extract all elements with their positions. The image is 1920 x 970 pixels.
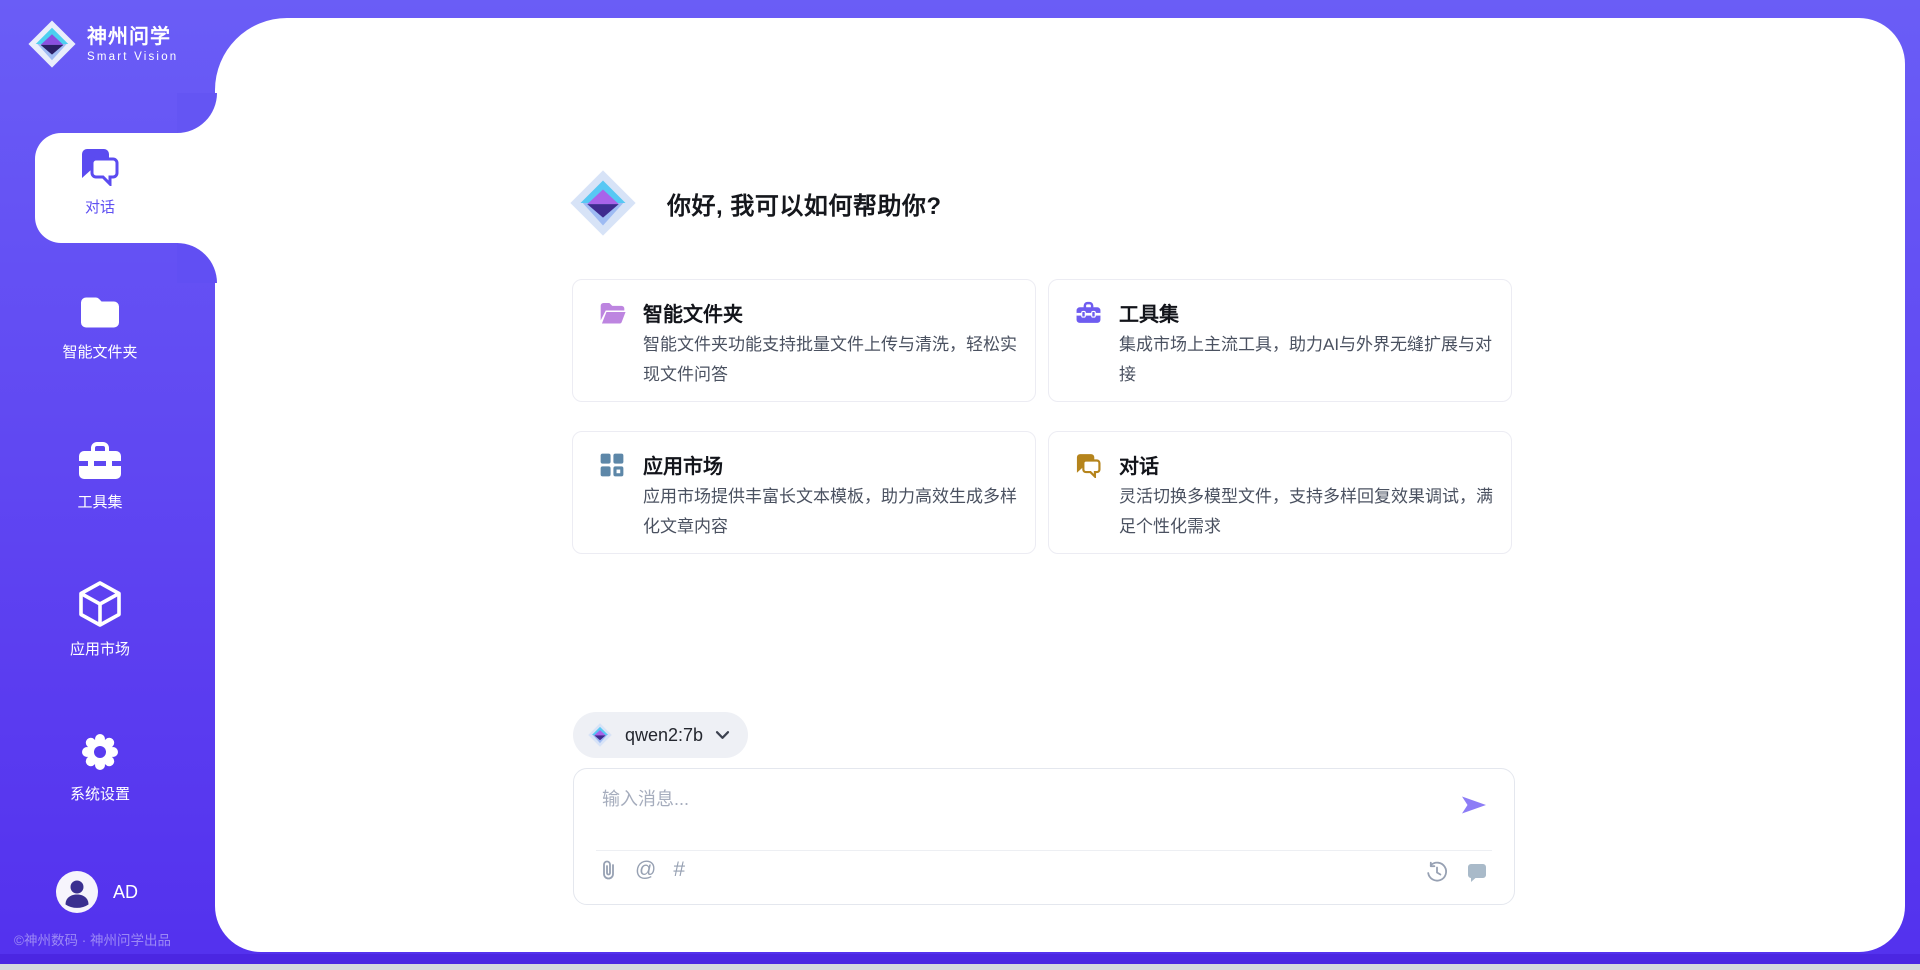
mention-icon[interactable]: @ <box>635 859 656 881</box>
card-app-market[interactable]: 应用市场 应用市场提供丰富长文本模板，助力高效生成多样化文章内容 <box>572 431 1036 554</box>
brand-name: 神州问学 <box>87 26 178 48</box>
main-content-panel: 你好, 我可以如何帮助你? 智能文件夹 智能文件夹功能支持批量文件上传与清洗，轻… <box>215 18 1905 952</box>
gear-icon <box>80 731 120 773</box>
hashtag-icon[interactable]: # <box>673 859 685 881</box>
sidebar-item-toolset[interactable]: 工具集 <box>0 441 200 512</box>
message-composer: @ # <box>573 768 1515 905</box>
card-description: 灵活切换多模型文件，支持多样回复效果调试，满足个性化需求 <box>1119 482 1495 542</box>
brand-subtitle: Smart Vision <box>87 51 178 63</box>
feature-cards-grid: 智能文件夹 智能文件夹功能支持批量文件上传与清洗，轻松实现文件问答 工具集 集成… <box>572 279 1512 554</box>
chat-bubbles-icon <box>79 146 121 186</box>
app-window: 你好, 我可以如何帮助你? 智能文件夹 智能文件夹功能支持批量文件上传与清洗，轻… <box>0 0 1920 970</box>
greeting-row: 你好, 我可以如何帮助你? <box>567 160 942 246</box>
bottom-dark-strip <box>0 954 1920 964</box>
toolbox-icon <box>77 441 123 481</box>
greeting-title: 你好, 我可以如何帮助你? <box>667 186 942 221</box>
bottom-light-strip <box>0 964 1920 970</box>
sidebar-item-label: 对话 <box>85 196 115 217</box>
card-toolset[interactable]: 工具集 集成市场上主流工具，助力AI与外界无缝扩展与对接 <box>1048 279 1512 402</box>
toolbox-icon <box>1075 300 1102 325</box>
history-icon[interactable] <box>1426 861 1448 883</box>
composer-tools-left: @ # <box>600 859 685 881</box>
brand-diamond-logo-small <box>587 722 613 748</box>
card-smart-folder[interactable]: 智能文件夹 智能文件夹功能支持批量文件上传与清洗，轻松实现文件问答 <box>572 279 1036 402</box>
sidebar-item-label: 智能文件夹 <box>62 341 137 362</box>
brand-logo: 神州问学 Smart Vision <box>26 18 178 70</box>
sidebar-item-label: 系统设置 <box>70 783 130 804</box>
folder-icon <box>79 294 121 331</box>
cube-icon <box>78 580 122 628</box>
sidebar-item-label: 应用市场 <box>70 638 130 659</box>
avatar <box>56 871 98 913</box>
user-initials: AD <box>113 882 138 903</box>
sidebar-item-smart-folder[interactable]: 智能文件夹 <box>0 294 200 362</box>
brand-diamond-logo <box>26 18 78 70</box>
card-title: 智能文件夹 <box>643 298 743 327</box>
folder-open-icon <box>599 300 626 325</box>
card-title: 工具集 <box>1119 298 1179 327</box>
model-name: qwen2:7b <box>625 725 703 746</box>
message-input[interactable] <box>600 783 1424 841</box>
copyright-text: ©神州数码 · 神州问学出品 <box>14 929 171 949</box>
model-selector[interactable]: qwen2:7b <box>573 712 748 758</box>
sidebar-item-chat[interactable]: 对话 <box>0 146 200 217</box>
sidebar-item-settings[interactable]: 系统设置 <box>0 731 200 804</box>
sidebar-item-app-market[interactable]: 应用市场 <box>0 580 200 659</box>
chat-bubble-icon[interactable] <box>1466 862 1488 882</box>
sidebar-item-label: 工具集 <box>77 491 122 512</box>
chevron-down-icon <box>715 730 730 740</box>
user-account[interactable]: AD <box>56 871 138 913</box>
composer-divider <box>596 850 1492 851</box>
app-grid-icon <box>599 452 625 478</box>
card-title: 对话 <box>1119 450 1159 479</box>
tab-connector-top <box>177 93 217 133</box>
card-description: 集成市场上主流工具，助力AI与外界无缝扩展与对接 <box>1119 330 1495 390</box>
send-icon <box>1460 793 1488 817</box>
card-description: 智能文件夹功能支持批量文件上传与清洗，轻松实现文件问答 <box>643 330 1019 390</box>
composer-tools-right <box>1426 861 1488 883</box>
card-chat[interactable]: 对话 灵活切换多模型文件，支持多样回复效果调试，满足个性化需求 <box>1048 431 1512 554</box>
chat-bubbles-icon <box>1075 452 1102 478</box>
tab-connector-bottom <box>177 243 217 283</box>
brand-diamond-logo-large <box>567 167 639 239</box>
card-description: 应用市场提供丰富长文本模板，助力高效生成多样化文章内容 <box>643 482 1019 542</box>
send-button[interactable] <box>1460 793 1488 820</box>
card-title: 应用市场 <box>643 450 723 479</box>
attachment-icon[interactable] <box>600 859 618 881</box>
